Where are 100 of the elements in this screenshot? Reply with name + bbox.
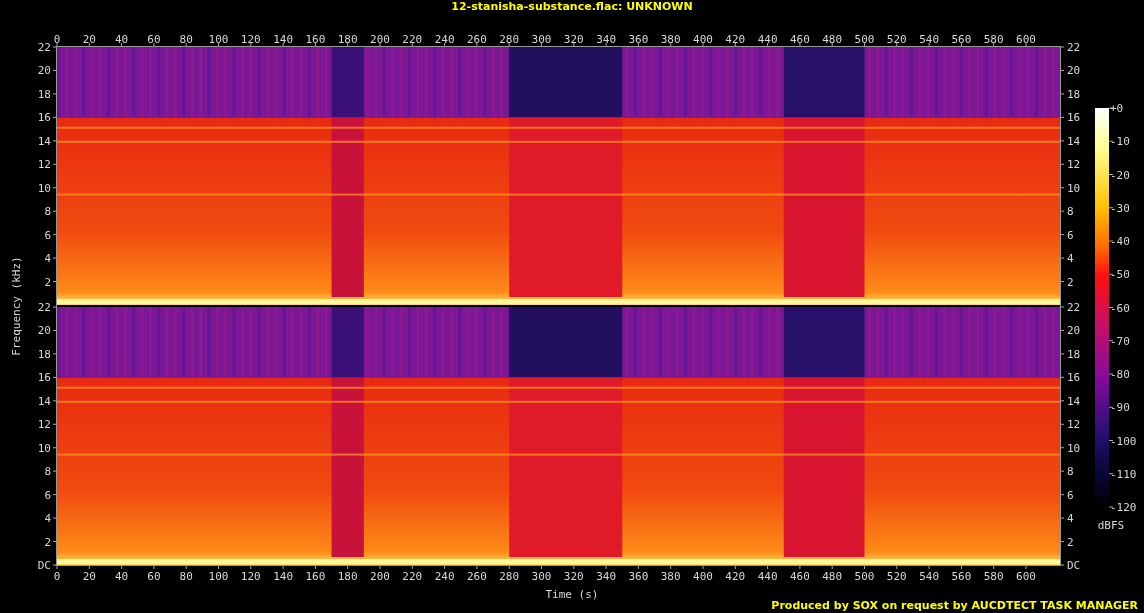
- axis-tick-label: 520: [886, 33, 907, 46]
- axis-tick-label: 60: [147, 33, 161, 46]
- axis-tick-label: 8: [1067, 465, 1074, 479]
- axis-tick-label: 4: [44, 252, 51, 266]
- axis-tick-label: 240: [434, 33, 455, 46]
- axis-tick-label: 120: [240, 570, 261, 583]
- axis-tick-label: 18: [1067, 347, 1081, 361]
- axis-tick-label: 600: [1016, 33, 1036, 46]
- axis-tick-label: 460: [789, 33, 810, 46]
- axis-tick-label: 22: [1067, 301, 1081, 314]
- axis-tick-label: 420: [725, 33, 746, 46]
- chart-title: 12-stanisha-substance.flac: UNKNOWN: [451, 0, 693, 13]
- axis-tick-label: 100: [208, 570, 229, 583]
- axis-tick-label: 600: [1016, 570, 1036, 583]
- colorbar-tick-label: -70: [1110, 334, 1130, 348]
- axis-tick-label: 20: [82, 33, 96, 46]
- colorbar-unit: dBFS: [1097, 519, 1125, 532]
- axis-tick-label: 6: [1067, 228, 1074, 242]
- axis-tick-label: 80: [179, 570, 193, 583]
- axis-tick-label: 14: [37, 134, 51, 148]
- axis-tick-label: 6: [44, 228, 51, 242]
- axis-tick-label: 200: [370, 570, 390, 583]
- axis-tick-label: 18: [37, 347, 51, 361]
- axis-tick-label: 18: [1067, 87, 1081, 101]
- axis-tick-label: 180: [337, 33, 358, 46]
- colorbar-tick-label: -90: [1110, 401, 1130, 415]
- axis-tick-label: 10: [37, 181, 51, 195]
- colorbar-tick-label: -10: [1110, 135, 1130, 149]
- axis-tick-label: 340: [596, 33, 617, 46]
- footer-credit: Produced by SOX on request by AUCDTECT TASK MANAGER: [771, 599, 1138, 612]
- axis-tick-label: 2: [1067, 275, 1074, 289]
- axis-tick-label: DC: [1067, 559, 1081, 572]
- axis-tick-label: 20: [1067, 324, 1081, 338]
- axis-tick-label: 320: [563, 33, 584, 46]
- axis-tick-label: 280: [499, 570, 520, 583]
- axis-tick-label: 60: [147, 570, 161, 583]
- axis-tick-label: 500: [854, 33, 875, 46]
- axis-tick-label: 4: [44, 512, 51, 526]
- axis-tick-label: 40: [114, 33, 129, 46]
- colorbar-tick-label: -100: [1110, 434, 1137, 448]
- axis-tick-label: 12: [1067, 418, 1081, 432]
- axis-tick-label: DC: [37, 559, 51, 572]
- axis-tick-label: 0: [53, 33, 61, 46]
- axis-tick-label: 2: [44, 535, 51, 549]
- axis-tick-label: 120: [240, 33, 261, 46]
- axis-tick-label: 12: [37, 158, 51, 172]
- colorbar-tick-label: -40: [1110, 235, 1130, 248]
- axis-tick-label: 18: [37, 87, 51, 101]
- axis-tick-label: 160: [305, 570, 326, 583]
- axis-tick-label: 10: [37, 441, 51, 455]
- axis-tick-label: 380: [660, 33, 681, 46]
- axis-tick-label: 400: [693, 570, 713, 583]
- colorbar-tick-label: -20: [1110, 168, 1130, 182]
- colorbar-tick-label: -30: [1110, 201, 1130, 215]
- axis-tick-label: 10: [1067, 181, 1081, 195]
- axis-tick-label: 460: [789, 570, 810, 583]
- axis-tick-label: 20: [37, 64, 51, 78]
- y-axis-label: Frequency (kHz): [10, 256, 23, 356]
- axis-tick-label: 560: [951, 570, 972, 583]
- axis-tick-label: 520: [886, 570, 907, 583]
- axis-tick-label: 4: [1067, 252, 1074, 266]
- axis-tick-label: 580: [983, 570, 1004, 583]
- axis-tick-label: 340: [596, 570, 617, 583]
- axis-tick-label: 220: [402, 570, 423, 583]
- colorbar-tick-label: -50: [1110, 268, 1130, 282]
- axis-tick-label: 100: [208, 33, 229, 46]
- axis-tick-label: 480: [822, 570, 843, 583]
- axis-tick-label: 440: [757, 33, 778, 46]
- axis-tick-label: 40: [114, 570, 129, 583]
- axis-tick-label: 6: [44, 488, 51, 502]
- axis-tick-label: 20: [82, 570, 96, 583]
- axis-tick-label: 12: [37, 418, 51, 432]
- axis-tick-label: 22: [37, 41, 51, 54]
- axis-tick-label: 280: [499, 33, 520, 46]
- axis-tick-label: 14: [37, 394, 51, 408]
- axis-tick-label: 6: [1067, 488, 1074, 502]
- axis-tick-label: 22: [1067, 41, 1081, 54]
- axis-tick-label: 16: [1067, 371, 1081, 385]
- axis-tick-label: 320: [563, 570, 584, 583]
- axis-tick-label: 14: [1067, 394, 1081, 408]
- x-axis-label: Time (s): [545, 588, 599, 601]
- axis-tick-label: 200: [370, 33, 390, 46]
- axis-tick-label: 4: [1067, 512, 1074, 526]
- colorbar-tick-label: -110: [1110, 467, 1137, 481]
- axis-tick-label: 14: [1067, 134, 1081, 148]
- axis-tick-label: 440: [757, 570, 778, 583]
- axis-tick-label: 16: [1067, 111, 1081, 125]
- axis-tick-label: 16: [37, 111, 51, 125]
- axis-tick-label: 560: [951, 33, 972, 46]
- axis-tick-label: 8: [44, 205, 51, 219]
- axis-tick-label: 140: [273, 33, 294, 46]
- axis-tick-label: 8: [1067, 205, 1074, 219]
- colorbar-tick-label: -80: [1110, 368, 1130, 381]
- axis-tick-label: 300: [531, 33, 552, 46]
- axis-tick-label: 80: [179, 33, 193, 46]
- colorbar-tick-label: -60: [1110, 301, 1130, 315]
- axis-tick-label: 220: [402, 33, 423, 46]
- axis-tick-label: 12: [1067, 158, 1081, 172]
- axis-tick-label: 10: [1067, 441, 1081, 455]
- axis-tick-label: 360: [628, 33, 649, 46]
